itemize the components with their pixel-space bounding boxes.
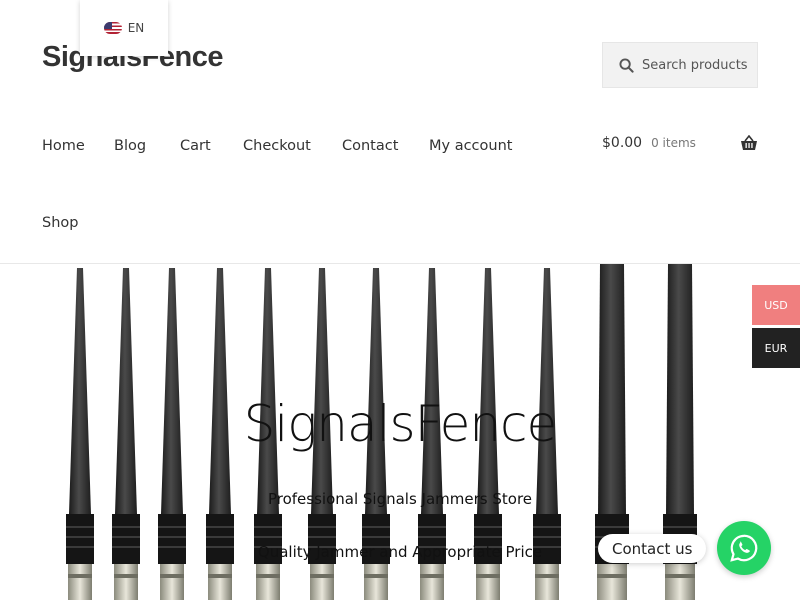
- nav-link-my-account[interactable]: My account: [429, 138, 512, 154]
- cart-item-count: 0 items: [651, 136, 696, 150]
- nav-link-shop[interactable]: Shop: [42, 215, 78, 231]
- contact-us-label[interactable]: Contact us: [598, 534, 707, 563]
- search-input[interactable]: [642, 57, 752, 73]
- currency-eur-button[interactable]: EUR: [752, 328, 800, 368]
- basket-icon: [741, 135, 757, 150]
- language-code: EN: [127, 21, 145, 35]
- nav-link-cart[interactable]: Cart: [180, 138, 211, 154]
- us-flag-icon: [103, 22, 122, 34]
- nav-link-blog[interactable]: Blog: [114, 138, 146, 154]
- currency-usd-button[interactable]: USD: [752, 285, 800, 325]
- nav-link-checkout[interactable]: Checkout: [243, 138, 311, 154]
- whatsapp-icon: [730, 534, 758, 562]
- nav-link-contact[interactable]: Contact: [342, 138, 398, 154]
- cart-amount: $0.00: [602, 135, 643, 151]
- header-cart[interactable]: $0.00 0 items: [602, 135, 758, 151]
- whatsapp-chat-button[interactable]: [717, 521, 771, 575]
- search-box: [602, 42, 758, 88]
- search-icon: [619, 57, 634, 73]
- hero-title: SignalsFence: [243, 395, 558, 453]
- language-switcher[interactable]: EN: [80, 0, 168, 56]
- hero-subtitle: Professional Signals Jammers Store: [267, 490, 533, 508]
- nav-link-home[interactable]: Home: [42, 138, 85, 154]
